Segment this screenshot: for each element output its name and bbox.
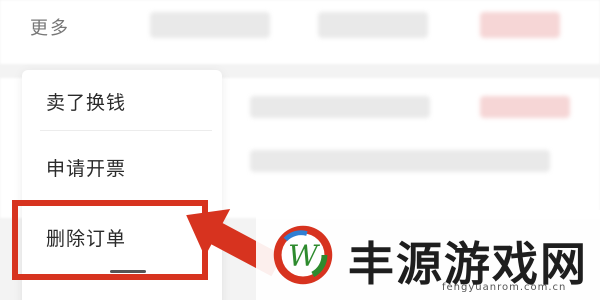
order-accent-blur (480, 96, 570, 118)
logo-letter: W (288, 239, 321, 273)
order-line-blur (250, 150, 550, 172)
menu-item-sell[interactable]: 卖了换钱 (46, 88, 126, 115)
menu-divider (40, 130, 212, 131)
watermark-url: fengyuanrom.com.cn (442, 282, 567, 293)
screenshot-stage: 更多 卖了换钱 申请开票 删除订单 W 丰源游戏网 fengyuanrom.co… (0, 0, 600, 300)
site-logo-icon: W (273, 225, 333, 285)
more-button[interactable]: 更多 (30, 14, 70, 40)
menu-item-invoice[interactable]: 申请开票 (46, 154, 126, 181)
header-tab-blur (150, 12, 270, 38)
order-line-blur (250, 96, 430, 118)
header-accent-blur (480, 12, 560, 38)
watermark: W 丰源游戏网 fengyuanrom.com.cn (256, 210, 600, 300)
header-tab-blur (318, 12, 428, 38)
